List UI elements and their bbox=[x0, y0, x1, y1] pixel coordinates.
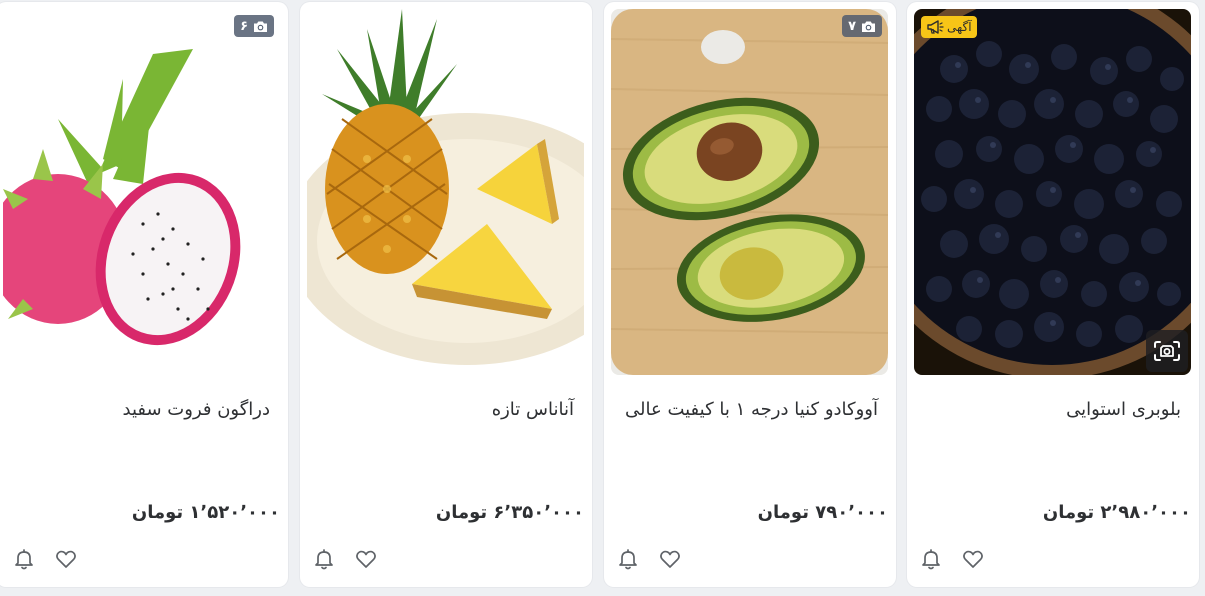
heart-icon bbox=[356, 550, 376, 568]
favorite-button[interactable] bbox=[959, 545, 987, 573]
product-image[interactable] bbox=[307, 9, 584, 375]
bell-icon bbox=[15, 549, 33, 570]
product-card[interactable]: ۶ دراگون فروت سفید ۱٬۵۲۰٬۰۰۰ تومان bbox=[0, 2, 288, 587]
ad-badge: آگهی bbox=[921, 16, 977, 38]
product-price: ۲٬۹۸۰٬۰۰۰ تومان bbox=[1042, 502, 1191, 523]
product-title[interactable]: آووکادو کنیا درجه ۱ با کیفیت عالی bbox=[618, 392, 878, 428]
product-image[interactable]: ۶ bbox=[3, 9, 280, 375]
bell-icon bbox=[619, 549, 637, 570]
camera-icon bbox=[254, 21, 267, 32]
heart-icon bbox=[56, 550, 76, 568]
notify-button[interactable] bbox=[917, 545, 945, 573]
pineapple-image bbox=[307, 9, 584, 375]
visual-search-button[interactable] bbox=[1146, 330, 1188, 372]
product-image[interactable]: آگهی bbox=[914, 9, 1191, 375]
notify-button[interactable] bbox=[10, 545, 38, 573]
blueberries-image bbox=[914, 9, 1191, 375]
product-card[interactable]: ۷ آووکادو کنیا درجه ۱ با کیفیت عالی ۷۹۰٬… bbox=[604, 2, 896, 587]
photo-count: ۷ bbox=[848, 18, 856, 34]
product-image[interactable]: ۷ bbox=[611, 9, 888, 375]
photo-count-badge: ۷ bbox=[842, 15, 882, 37]
product-title[interactable]: دراگون فروت سفید bbox=[10, 392, 270, 428]
notify-button[interactable] bbox=[310, 545, 338, 573]
visual-search-icon bbox=[1154, 341, 1180, 361]
product-card[interactable]: آگهی بلوبری استوایی ۲٬۹۸۰٬۰۰۰ تومان bbox=[907, 2, 1199, 587]
notify-button[interactable] bbox=[614, 545, 642, 573]
favorite-button[interactable] bbox=[352, 545, 380, 573]
bell-icon bbox=[315, 549, 333, 570]
product-price: ۱٬۵۲۰٬۰۰۰ تومان bbox=[131, 502, 280, 523]
megaphone-icon bbox=[927, 20, 944, 34]
bell-icon bbox=[922, 549, 940, 570]
favorite-button[interactable] bbox=[52, 545, 80, 573]
product-title[interactable]: آناناس تازه bbox=[314, 392, 574, 428]
product-price: ۶٬۳۵۰٬۰۰۰ تومان bbox=[435, 502, 584, 523]
photo-count-badge: ۶ bbox=[234, 15, 274, 37]
dragon-fruit-image bbox=[3, 9, 280, 375]
ad-label: آگهی bbox=[947, 20, 972, 34]
heart-icon bbox=[660, 550, 680, 568]
product-title[interactable]: بلوبری استوایی bbox=[921, 392, 1181, 428]
photo-count: ۶ bbox=[240, 18, 248, 34]
heart-icon bbox=[963, 550, 983, 568]
camera-icon bbox=[862, 21, 875, 32]
product-price: ۷۹۰٬۰۰۰ تومان bbox=[757, 502, 888, 523]
favorite-button[interactable] bbox=[656, 545, 684, 573]
avocado-image bbox=[611, 9, 888, 375]
product-card[interactable]: آناناس تازه ۶٬۳۵۰٬۰۰۰ تومان bbox=[300, 2, 592, 587]
